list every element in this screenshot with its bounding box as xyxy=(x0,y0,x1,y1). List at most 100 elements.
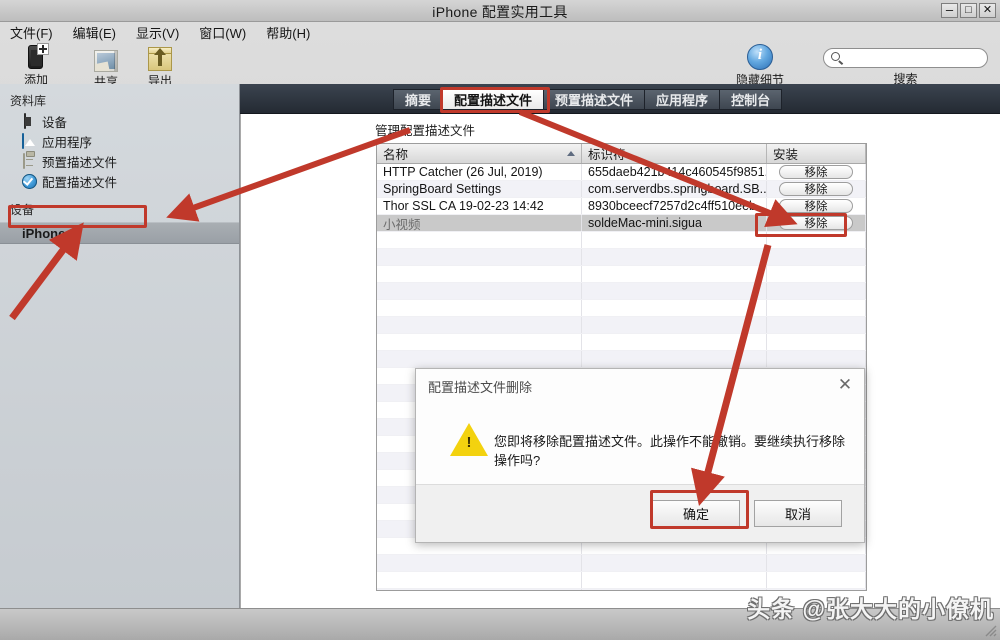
tab-configuration-profiles[interactable]: 配置描述文件 xyxy=(442,89,544,110)
menu-item-edit[interactable]: 编辑(E) xyxy=(71,23,118,42)
table-row[interactable]: Thor SSL CA 19-02-23 14:42 8930bceecf7257… xyxy=(377,198,866,215)
column-header-name-label: 名称 xyxy=(383,148,409,162)
dialog-cancel-button[interactable]: 取消 xyxy=(754,500,842,527)
cell-empty xyxy=(582,572,767,588)
cell-empty xyxy=(377,283,582,299)
cell-identifier: com.serverdbs.springboard.SB... xyxy=(582,181,767,197)
column-header-name[interactable]: 名称 xyxy=(377,144,582,163)
cell-install: 移除 xyxy=(767,198,866,214)
watermark: 头条 @张大大的小僚机 xyxy=(747,596,994,622)
table-row-empty[interactable] xyxy=(377,334,866,351)
table-row-empty[interactable] xyxy=(377,317,866,334)
export-box-icon xyxy=(132,45,188,71)
sort-ascending-icon xyxy=(567,151,575,156)
minimize-button[interactable]: – xyxy=(941,3,958,18)
cell-empty xyxy=(767,266,866,282)
cell-empty xyxy=(582,589,767,590)
section-title: 管理配置描述文件 xyxy=(375,124,476,138)
hide-details-button[interactable]: i 隐藏细节 xyxy=(728,44,792,88)
maximize-button[interactable]: □ xyxy=(960,3,977,18)
tab-list: 摘要 配置描述文件 预置描述文件 应用程序 控制台 xyxy=(393,89,783,110)
tab-provisioning-profiles[interactable]: 预置描述文件 xyxy=(543,89,645,110)
cell-empty xyxy=(582,283,767,299)
dialog-close-icon[interactable]: ✕ xyxy=(834,374,856,394)
table-row[interactable]: 小视频 soldeMac-mini.sigua 移除 xyxy=(377,215,866,232)
toolbar: 添加 共享 导出 i 隐藏细节 搜索 xyxy=(0,42,1000,124)
sidebar-item-configuration-profiles[interactable]: 配置描述文件 xyxy=(0,171,239,191)
menu-item-window[interactable]: 窗口(W) xyxy=(197,23,248,42)
tab-strip: 摘要 配置描述文件 预置描述文件 应用程序 控制台 xyxy=(240,84,1000,114)
cell-install: 移除 xyxy=(767,181,866,197)
cell-empty xyxy=(377,572,582,588)
tab-console[interactable]: 控制台 xyxy=(719,89,783,110)
configuration-profile-icon xyxy=(22,173,37,189)
table-row-empty[interactable] xyxy=(377,300,866,317)
cell-empty xyxy=(767,334,866,350)
table-row-empty[interactable] xyxy=(377,266,866,283)
sidebar-item-provisioning-profiles[interactable]: 预置描述文件 xyxy=(0,151,239,171)
sidebar-item-iphone[interactable]: iPhone xyxy=(0,222,239,244)
table-row-empty[interactable] xyxy=(377,249,866,266)
warning-icon xyxy=(450,423,488,456)
title-bar: iPhone 配置实用工具 – □ ✕ xyxy=(0,0,1000,22)
table-row-empty[interactable] xyxy=(377,351,866,368)
table-row-empty[interactable] xyxy=(377,232,866,249)
menu-item-file[interactable]: 文件(F) xyxy=(8,23,55,42)
cell-install: 移除 xyxy=(767,164,866,180)
column-header-install-label: 安装 xyxy=(773,148,799,162)
sidebar-item-provisioning-profiles-label: 预置描述文件 xyxy=(42,155,118,170)
cell-name: 小视频 xyxy=(377,215,582,231)
table-row[interactable]: HTTP Catcher (26 Jul, 2019) 655daeb421b41… xyxy=(377,164,866,181)
close-button[interactable]: ✕ xyxy=(979,3,996,18)
resize-grip-icon[interactable] xyxy=(983,623,997,637)
remove-button[interactable]: 移除 xyxy=(779,199,853,213)
column-header-identifier[interactable]: 标识符 xyxy=(582,144,767,163)
dialog-body: 您即将移除配置描述文件。此操作不能撤销。要继续执行移除操作吗? xyxy=(416,401,864,485)
cell-identifier: soldeMac-mini.sigua xyxy=(582,215,767,231)
sidebar-item-applications[interactable]: 应用程序 xyxy=(0,131,239,151)
cell-empty xyxy=(582,555,767,571)
cell-empty xyxy=(377,300,582,316)
menu-item-help[interactable]: 帮助(H) xyxy=(264,23,312,42)
table-row[interactable]: SpringBoard Settings com.serverdbs.spring… xyxy=(377,181,866,198)
cell-empty xyxy=(377,249,582,265)
application-icon xyxy=(22,132,37,149)
search-box[interactable] xyxy=(823,48,988,68)
sidebar-library-header: 资料库 xyxy=(10,94,47,108)
cell-empty xyxy=(582,351,767,367)
app-window: iPhone 配置实用工具 – □ ✕ 文件(F) 编辑(E) 显示(V) 窗口… xyxy=(0,0,1000,640)
cell-empty xyxy=(377,334,582,350)
cell-empty xyxy=(377,351,582,367)
table-row-empty[interactable] xyxy=(377,572,866,589)
sidebar-devices-header: 设备 xyxy=(10,203,35,217)
cell-empty xyxy=(767,555,866,571)
add-button[interactable]: 添加 xyxy=(8,43,64,88)
cell-empty xyxy=(767,283,866,299)
cell-empty xyxy=(582,266,767,282)
maximize-icon: □ xyxy=(965,4,972,16)
remove-button[interactable]: 移除 xyxy=(779,216,853,230)
remove-button[interactable]: 移除 xyxy=(779,182,853,196)
dialog-confirm-button[interactable]: 确定 xyxy=(652,500,740,527)
cell-empty xyxy=(377,589,582,590)
menu-bar: 文件(F) 编辑(E) 显示(V) 窗口(W) 帮助(H) xyxy=(0,22,1000,42)
device-icon xyxy=(22,112,37,129)
sidebar-item-devices[interactable]: 设备 xyxy=(0,111,239,131)
close-icon: ✕ xyxy=(982,4,993,16)
cell-empty xyxy=(377,555,582,571)
tab-summary[interactable]: 摘要 xyxy=(393,89,443,110)
menu-item-view[interactable]: 显示(V) xyxy=(134,23,181,42)
tab-applications[interactable]: 应用程序 xyxy=(644,89,720,110)
cell-empty xyxy=(767,249,866,265)
table-row-empty[interactable] xyxy=(377,283,866,300)
cell-name: HTTP Catcher (26 Jul, 2019) xyxy=(377,164,582,180)
cell-empty xyxy=(767,317,866,333)
add-device-icon xyxy=(8,43,64,70)
cell-install: 移除 xyxy=(767,215,866,231)
dialog-title: 配置描述文件删除 xyxy=(428,380,533,395)
table-row-empty[interactable] xyxy=(377,555,866,572)
export-button[interactable]: 导出 xyxy=(132,45,188,89)
remove-button[interactable]: 移除 xyxy=(779,165,853,179)
column-header-install[interactable]: 安装 xyxy=(767,144,866,163)
search-input[interactable] xyxy=(846,49,979,67)
